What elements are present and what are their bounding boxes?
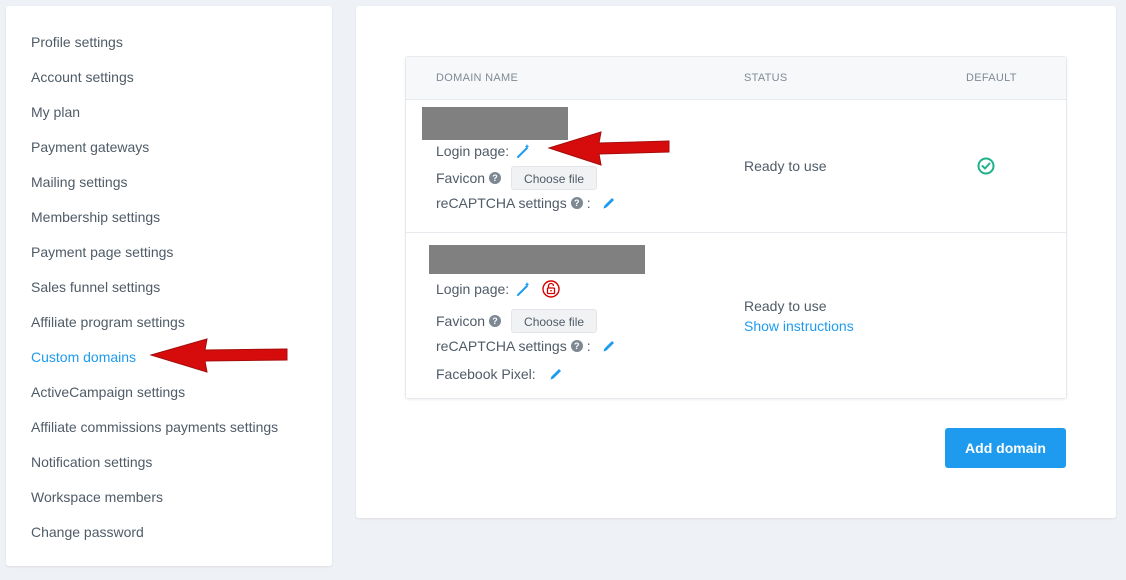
status-text: Ready to use xyxy=(744,298,827,314)
magic-wand-icon[interactable] xyxy=(515,143,531,159)
column-header-status: STATUS xyxy=(744,72,788,84)
sidebar-item-workspace-members[interactable]: Workspace members xyxy=(6,488,332,523)
pencil-icon[interactable] xyxy=(548,366,564,382)
choose-file-button[interactable]: Choose file xyxy=(511,166,598,190)
table-row: Login page: Favicon ? Choose file reCAPT… xyxy=(406,100,1066,233)
show-instructions-link[interactable]: Show instructions xyxy=(744,318,854,334)
login-page-field: Login page: xyxy=(436,140,531,162)
sidebar-item-profile-settings[interactable]: Profile settings xyxy=(6,33,332,68)
table-header: DOMAIN NAME STATUS DEFAULT xyxy=(406,57,1066,100)
sidebar-item-notification-settings[interactable]: Notification settings xyxy=(6,453,332,488)
table-row: Login page: Facebook Pixel: Favicon ? Ch… xyxy=(406,233,1066,398)
recaptcha-field: reCAPTCHA settings ? : xyxy=(436,335,617,357)
sidebar-item-payment-page-settings[interactable]: Payment page settings xyxy=(6,243,332,278)
status-text: Ready to use xyxy=(744,158,827,174)
custom-domains-panel: DOMAIN NAME STATUS DEFAULT Login page: F… xyxy=(356,6,1116,518)
login-page-field: Login page: xyxy=(436,278,561,300)
favicon-field: Favicon ? Choose file xyxy=(436,309,598,333)
help-icon[interactable]: ? xyxy=(489,172,502,184)
annotation-arrow-icon xyxy=(149,338,288,373)
pencil-icon[interactable] xyxy=(601,195,617,211)
favicon-label: Favicon xyxy=(436,170,486,186)
sidebar-item-membership-settings[interactable]: Membership settings xyxy=(6,208,332,243)
colon-separator: : xyxy=(586,195,591,211)
facebook-pixel-label: Facebook Pixel: xyxy=(436,366,536,382)
favicon-label: Favicon xyxy=(436,313,486,329)
sidebar-item-account-settings[interactable]: Account settings xyxy=(6,68,332,103)
login-page-label: Login page: xyxy=(436,143,510,159)
facebook-pixel-field: Facebook Pixel: xyxy=(436,363,564,385)
recaptcha-label: reCAPTCHA settings xyxy=(436,338,567,354)
unlock-icon[interactable] xyxy=(541,279,561,299)
recaptcha-field: reCAPTCHA settings ? : xyxy=(436,192,617,214)
add-domain-button[interactable]: Add domain xyxy=(945,428,1066,468)
recaptcha-label: reCAPTCHA settings xyxy=(436,195,567,211)
sidebar-item-affiliate-commissions-payments-settings[interactable]: Affiliate commissions payments settings xyxy=(6,418,332,453)
default-check-icon xyxy=(977,157,995,175)
help-icon[interactable]: ? xyxy=(570,340,583,352)
column-header-default: DEFAULT xyxy=(966,72,1017,84)
sidebar-item-activecampaign-settings[interactable]: ActiveCampaign settings xyxy=(6,383,332,418)
annotation-arrow-icon xyxy=(547,131,670,166)
pencil-icon[interactable] xyxy=(601,338,617,354)
login-page-label: Login page: xyxy=(436,281,510,297)
help-icon[interactable]: ? xyxy=(570,197,583,209)
domains-table: DOMAIN NAME STATUS DEFAULT Login page: F… xyxy=(405,56,1067,399)
sidebar-item-payment-gateways[interactable]: Payment gateways xyxy=(6,138,332,173)
sidebar-item-sales-funnel-settings[interactable]: Sales funnel settings xyxy=(6,278,332,313)
favicon-field: Favicon ? Choose file xyxy=(436,166,598,190)
settings-sidebar: Profile settings Account settings My pla… xyxy=(6,6,332,566)
magic-wand-icon[interactable] xyxy=(515,281,531,297)
colon-separator: : xyxy=(586,338,591,354)
column-header-domain-name: DOMAIN NAME xyxy=(436,72,519,84)
choose-file-button[interactable]: Choose file xyxy=(511,309,598,333)
sidebar-item-change-password[interactable]: Change password xyxy=(6,523,332,558)
help-icon[interactable]: ? xyxy=(489,315,502,327)
sidebar-item-my-plan[interactable]: My plan xyxy=(6,103,332,138)
sidebar-item-mailing-settings[interactable]: Mailing settings xyxy=(6,173,332,208)
redacted-domain-name xyxy=(429,245,645,274)
